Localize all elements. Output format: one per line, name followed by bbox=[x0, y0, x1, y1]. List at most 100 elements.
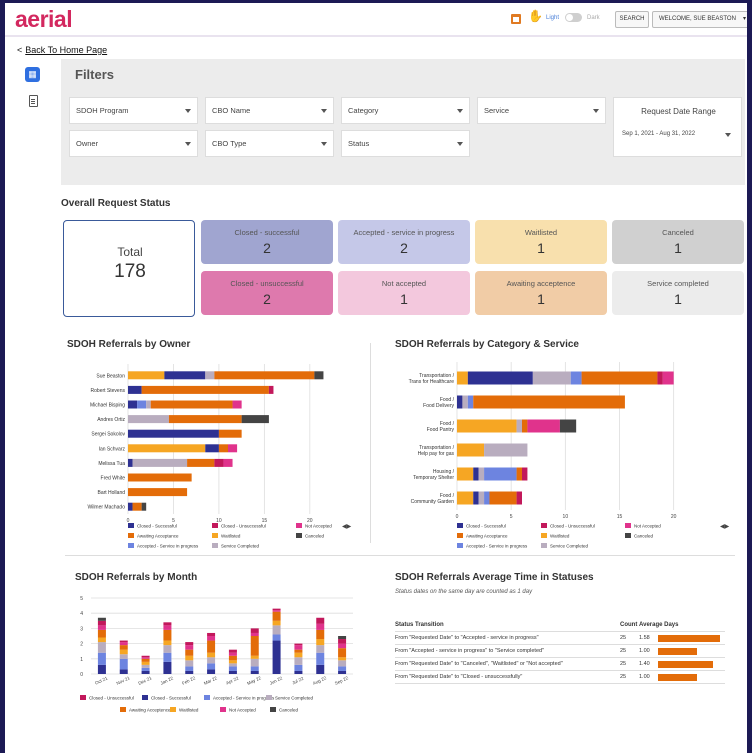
bar-segment bbox=[187, 458, 215, 467]
status-card-waitlisted[interactable]: Waitlisted 1 bbox=[475, 220, 607, 264]
legend-swatch bbox=[541, 543, 547, 548]
status-card-label: Service completed bbox=[647, 279, 709, 288]
bar-segment bbox=[185, 645, 194, 650]
bar-segment bbox=[97, 652, 106, 665]
bar-segment bbox=[272, 625, 281, 635]
bar-segment bbox=[250, 655, 259, 659]
bar-segment bbox=[484, 491, 490, 505]
status-card-closed-successful[interactable]: Closed - successful 2 bbox=[201, 220, 333, 264]
bar-segment bbox=[467, 371, 533, 385]
avg-time-subtitle: Status dates on the same day are counted… bbox=[395, 589, 533, 595]
dashboard-frame: aerial ✋ Light Dark SEARCH WELCOME, SUE … bbox=[5, 3, 747, 685]
legend-swatch bbox=[625, 533, 631, 538]
filter-status[interactable]: Status bbox=[341, 130, 470, 157]
bar-segment bbox=[522, 419, 528, 433]
back-to-home-link[interactable]: < Back To Home Page bbox=[17, 45, 107, 55]
y-tick-label: 4 bbox=[80, 611, 83, 617]
dashboard-icon[interactable]: ▦ bbox=[25, 67, 40, 82]
legend-swatch bbox=[541, 533, 547, 538]
count-value: 25 bbox=[620, 661, 627, 667]
filter-service[interactable]: Service bbox=[477, 97, 606, 124]
avg-days-value: 1.40 bbox=[639, 661, 650, 667]
legend-label: Waitlisted bbox=[179, 708, 199, 713]
total-card[interactable]: Total 178 bbox=[63, 220, 195, 317]
bar-segment bbox=[185, 655, 194, 661]
status-card-closed-unsuccessful[interactable]: Closed - unsuccessful 2 bbox=[201, 271, 333, 315]
y-tick-label: Community Garden bbox=[411, 499, 455, 505]
bar-segment bbox=[532, 371, 571, 385]
bar-segment bbox=[205, 444, 219, 453]
bar-segment bbox=[338, 670, 347, 674]
bar-segment bbox=[141, 385, 269, 394]
filter-label: CBO Type bbox=[212, 139, 247, 148]
filter-request-date-range[interactable]: Request Date Range Sep 1, 2021 - Aug 31,… bbox=[613, 97, 742, 157]
bar-segment bbox=[128, 371, 165, 380]
bar-segment bbox=[473, 491, 479, 505]
y-tick-label: 2 bbox=[80, 642, 83, 648]
status-card-value: 1 bbox=[674, 291, 682, 307]
hand-icon[interactable]: ✋ bbox=[528, 9, 543, 23]
bar-segment bbox=[146, 400, 151, 409]
filter-sdoh-program[interactable]: SDOH Program bbox=[69, 97, 198, 124]
bar-segment bbox=[97, 620, 106, 626]
transition-label: From "Requested Date" to "Closed - unsuc… bbox=[395, 674, 523, 680]
status-card-label: Closed - unsuccessful bbox=[230, 279, 304, 288]
x-tick-label: Nov 21 bbox=[116, 675, 131, 685]
bar-segment bbox=[97, 642, 106, 653]
filter-cbo-type[interactable]: CBO Type bbox=[205, 130, 334, 157]
status-card-awaiting-acceptence[interactable]: Awaiting acceptence 1 bbox=[475, 271, 607, 315]
calendar-icon[interactable] bbox=[511, 14, 521, 24]
legend-swatch bbox=[128, 523, 134, 528]
legend-swatch bbox=[296, 533, 302, 538]
status-card-service-completed[interactable]: Service completed 1 bbox=[612, 271, 744, 315]
filter-label: Category bbox=[348, 106, 379, 115]
bar-segment bbox=[294, 652, 303, 658]
legend-label: Closed - Successful bbox=[137, 524, 177, 529]
y-tick-label: Food Delivery bbox=[423, 403, 454, 409]
category-chart: 0 5 10 15 20Transportation /Trans for Health… bbox=[409, 362, 730, 549]
x-tick-label: 20 bbox=[671, 514, 677, 520]
filter-category[interactable]: Category bbox=[341, 97, 470, 124]
legend-swatch bbox=[625, 523, 631, 528]
chevron-down-icon bbox=[457, 109, 463, 113]
filter-cbo-name[interactable]: CBO Name bbox=[205, 97, 334, 124]
header-avg-days: Average Days bbox=[639, 622, 679, 628]
theme-toggle[interactable] bbox=[565, 13, 582, 22]
search-button[interactable]: SEARCH bbox=[615, 11, 649, 28]
bar-segment bbox=[272, 608, 281, 611]
filter-label: Owner bbox=[76, 139, 99, 148]
status-card-accepted-service-in-progress[interactable]: Accepted - service in progress 2 bbox=[338, 220, 470, 264]
avg-table-row: From "Accepted - service in progress" to… bbox=[395, 645, 725, 658]
bar-segment bbox=[473, 395, 625, 409]
status-card-label: Not accepted bbox=[381, 279, 427, 288]
status-card-canceled[interactable]: Canceled 1 bbox=[612, 220, 744, 264]
aerial-logo[interactable]: aerial bbox=[15, 6, 73, 33]
bar-segment bbox=[163, 625, 172, 630]
bar-segment bbox=[272, 640, 281, 674]
bar-segment bbox=[272, 620, 281, 626]
status-card-value: 1 bbox=[674, 240, 682, 256]
filter-label: CBO Name bbox=[212, 106, 251, 115]
x-tick-label: Sep 22 bbox=[334, 675, 349, 685]
bar-segment bbox=[294, 657, 303, 665]
welcome-user-menu[interactable]: WELCOME, SUE BEASTON ▾ bbox=[652, 11, 747, 28]
status-card-not-accepted[interactable]: Not accepted 1 bbox=[338, 271, 470, 315]
avg-rows: From "Requested Date" to "Accepted - ser… bbox=[395, 632, 725, 685]
filter-owner[interactable]: Owner bbox=[69, 130, 198, 157]
back-arrow-icon: < bbox=[17, 45, 23, 55]
bar-segment bbox=[316, 639, 325, 646]
x-tick-label: Jun 22 bbox=[269, 675, 284, 685]
bar-segment bbox=[228, 663, 237, 667]
bar-segment bbox=[457, 467, 474, 481]
document-icon[interactable] bbox=[29, 95, 38, 107]
legend-swatch bbox=[80, 695, 86, 700]
legend-label: Service Completed bbox=[275, 696, 314, 701]
legend-swatch bbox=[220, 707, 226, 712]
avg-days-bar bbox=[658, 674, 698, 681]
legend-label: Not Accepted bbox=[634, 524, 661, 529]
y-tick-label: Robert Stevens bbox=[91, 388, 126, 394]
back-link-label: Back To Home Page bbox=[25, 45, 108, 55]
y-tick-label: Melissa Tua bbox=[98, 461, 125, 467]
bar-segment bbox=[272, 611, 281, 621]
bar-segment bbox=[128, 400, 138, 409]
